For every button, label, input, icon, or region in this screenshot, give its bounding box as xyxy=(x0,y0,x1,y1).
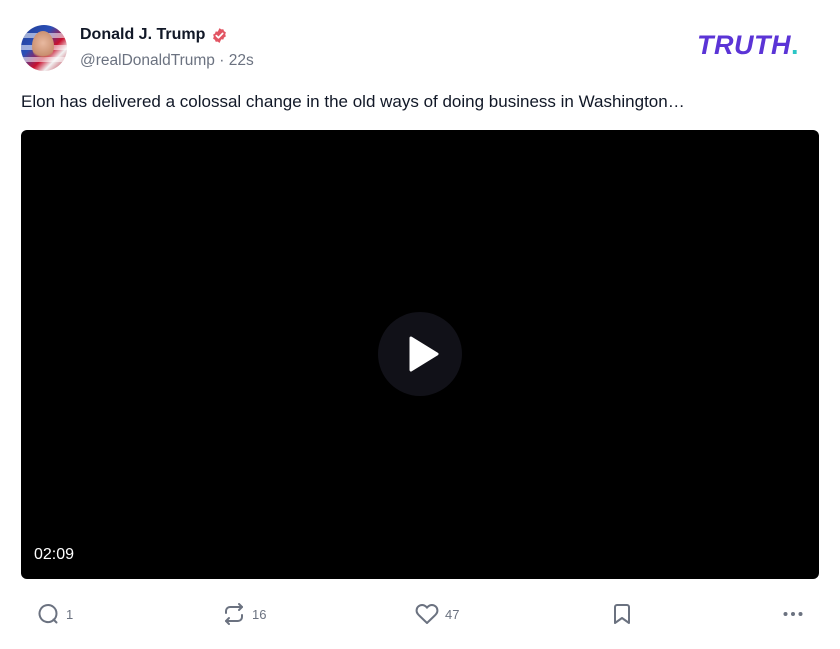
retruth-icon xyxy=(225,603,243,625)
author-name-row: Donald J. Trump xyxy=(80,25,228,45)
reply-icon xyxy=(38,604,58,624)
bookmark-button[interactable] xyxy=(610,598,634,630)
post-body-text: Elon has delivered a colossal change in … xyxy=(21,92,685,111)
truth-post: Donald J. Trump @realDonaldTrump · 22s T… xyxy=(0,0,840,649)
author-handle[interactable]: @realDonaldTrump xyxy=(80,52,215,69)
retruth-count: 16 xyxy=(252,606,267,622)
play-icon xyxy=(409,336,439,372)
like-count: 47 xyxy=(445,606,460,622)
video-player[interactable]: 02:09 xyxy=(21,130,819,579)
meta-separator: · xyxy=(219,52,225,69)
bookmark-icon xyxy=(614,604,630,624)
verified-badge-icon xyxy=(211,27,228,44)
author-handle-row: @realDonaldTrump · 22s xyxy=(80,52,254,70)
reply-count: 1 xyxy=(66,606,74,622)
heart-icon xyxy=(415,604,439,624)
post-action-bar: 1 16 47 xyxy=(0,598,840,630)
author-display-name[interactable]: Donald J. Trump xyxy=(80,26,205,44)
more-options-button[interactable] xyxy=(781,598,805,630)
video-duration: 02:09 xyxy=(34,546,75,563)
like-button[interactable]: 47 xyxy=(415,598,459,630)
logo-dot: . xyxy=(790,30,799,60)
post-timestamp[interactable]: 22s xyxy=(229,52,254,69)
play-button[interactable] xyxy=(378,312,462,396)
reply-button[interactable]: 1 xyxy=(36,598,73,630)
more-icon xyxy=(783,612,803,616)
retruth-button[interactable]: 16 xyxy=(222,598,266,630)
logo-text: TRUTH xyxy=(697,30,791,60)
author-avatar[interactable] xyxy=(21,25,67,71)
truth-logo[interactable]: TRUTH. xyxy=(697,30,799,61)
